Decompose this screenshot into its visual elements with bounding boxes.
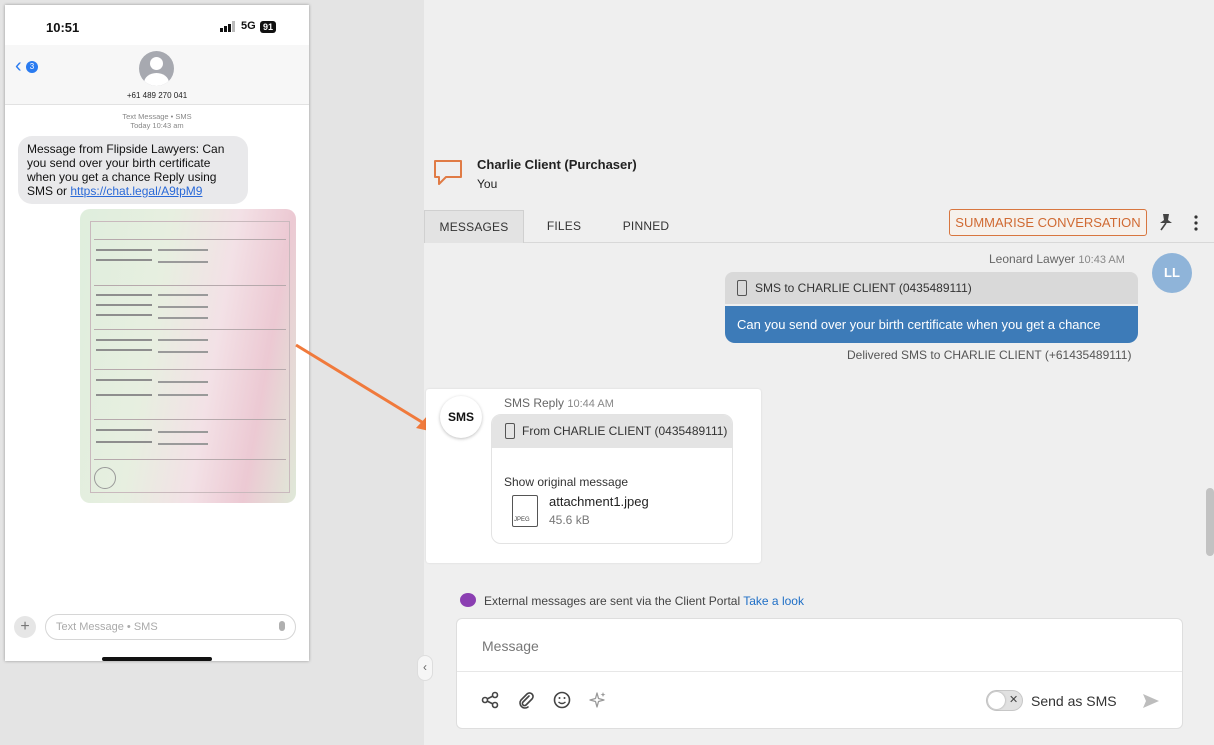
send-icon[interactable] bbox=[1141, 692, 1161, 710]
tab-messages[interactable]: MESSAGES bbox=[424, 210, 524, 243]
signal-icon bbox=[220, 21, 235, 32]
reply-message: From CHARLIE CLIENT (0435489111) Show or… bbox=[491, 414, 733, 544]
sms-link[interactable]: https://chat.legal/A9tpM9 bbox=[70, 184, 202, 198]
file-type-label: JPEG bbox=[514, 517, 530, 523]
status-bar: 10:51 5G 91 bbox=[5, 5, 309, 45]
battery-icon: 91 bbox=[260, 21, 277, 33]
collapse-chevron-icon[interactable]: ‹ bbox=[417, 655, 433, 681]
send-as-sms-label: Send as SMS bbox=[1031, 693, 1117, 709]
incoming-sms-bubble: Message from Flipside Lawyers: Can you s… bbox=[18, 136, 248, 204]
take-a-look-link[interactable]: Take a look bbox=[743, 594, 804, 608]
reply-header-text: From CHARLIE CLIENT (0435489111) bbox=[522, 424, 728, 438]
reply-meta: SMS Reply 10:44 AM bbox=[504, 396, 614, 410]
phone-contact-header: ‹ 3 +61 489 270 041 bbox=[5, 45, 309, 105]
chat-bubble-icon bbox=[434, 160, 462, 185]
file-icon[interactable]: JPEG bbox=[512, 495, 538, 527]
message-input[interactable]: Message bbox=[457, 619, 1182, 672]
summarise-conversation-button[interactable]: SUMMARISE CONVERSATION bbox=[949, 209, 1147, 236]
reply-header: From CHARLIE CLIENT (0435489111) bbox=[492, 415, 732, 448]
mobile-phone-icon bbox=[737, 280, 747, 296]
toggle-knob bbox=[988, 692, 1005, 709]
tab-pinned[interactable]: PINNED bbox=[610, 210, 682, 243]
chat-notice-icon bbox=[460, 593, 476, 607]
attachment-name[interactable]: attachment1.jpeg bbox=[549, 494, 649, 509]
status-time: 10:51 bbox=[46, 20, 80, 35]
share-icon[interactable] bbox=[481, 691, 499, 709]
reply-time: 10:44 AM bbox=[567, 398, 614, 410]
conversation-subtitle: You bbox=[477, 177, 498, 191]
message-composer: Message ✕ Send as SMS bbox=[456, 618, 1183, 729]
outgoing-sender: Leonard Lawyer bbox=[989, 252, 1076, 266]
sparkle-ai-icon[interactable] bbox=[589, 691, 607, 709]
conversation-title: Charlie Client (Purchaser) bbox=[477, 157, 637, 172]
contact-avatar[interactable] bbox=[139, 51, 174, 86]
plus-button[interactable]: + bbox=[14, 616, 36, 638]
unread-badge: 3 bbox=[26, 61, 38, 73]
home-indicator bbox=[102, 657, 212, 661]
outgoing-time: 10:43 AM bbox=[1078, 254, 1125, 266]
outgoing-meta: Leonard Lawyer 10:43 AM bbox=[989, 252, 1125, 266]
contact-number[interactable]: +61 489 270 041 bbox=[5, 91, 309, 100]
message-placeholder: Message bbox=[482, 638, 539, 654]
client-portal-notice: External messages are sent via the Clien… bbox=[484, 594, 804, 608]
avatar[interactable]: LL bbox=[1152, 253, 1192, 293]
sms-text-field[interactable]: Text Message • SMS bbox=[45, 614, 296, 640]
thread-meta: Text Message • SMS Today 10:43 am bbox=[5, 112, 309, 130]
show-original-link[interactable]: Show original message bbox=[504, 475, 628, 489]
sms-input-bar: + Text Message • SMS bbox=[5, 609, 309, 641]
outgoing-message-body: Can you send over your birth certificate… bbox=[725, 306, 1138, 343]
reply-sender: SMS Reply bbox=[504, 396, 565, 410]
more-vertical-icon[interactable] bbox=[1192, 215, 1200, 231]
toggle-off-icon: ✕ bbox=[1009, 694, 1019, 706]
outgoing-header-text: SMS to CHARLIE CLIENT (0435489111) bbox=[755, 281, 972, 295]
sms-placeholder: Text Message • SMS bbox=[56, 621, 158, 633]
attachment-size: 45.6 kB bbox=[549, 513, 590, 527]
thread-time: Today 10:43 am bbox=[130, 121, 184, 130]
pin-icon[interactable] bbox=[1158, 213, 1174, 231]
paperclip-icon[interactable] bbox=[517, 691, 535, 709]
delivery-status: Delivered SMS to CHARLIE CLIENT (+614354… bbox=[847, 348, 1132, 362]
network-label: 5G bbox=[241, 20, 256, 32]
birth-certificate-photo[interactable] bbox=[80, 209, 296, 503]
microphone-icon[interactable] bbox=[279, 621, 285, 631]
thread-type: Text Message • SMS bbox=[122, 112, 192, 121]
phone-screenshot: 10:51 5G 91 ‹ 3 +61 489 270 041 Text Mes… bbox=[5, 5, 309, 661]
sms-avatar: SMS bbox=[440, 396, 482, 438]
emoji-icon[interactable] bbox=[553, 691, 571, 709]
notice-text: External messages are sent via the Clien… bbox=[484, 594, 741, 608]
mobile-phone-icon bbox=[505, 423, 515, 439]
outgoing-sms-header: SMS to CHARLIE CLIENT (0435489111) bbox=[725, 272, 1138, 304]
send-as-sms-toggle[interactable]: ✕ bbox=[986, 690, 1023, 711]
back-chevron-icon[interactable]: ‹ bbox=[15, 56, 22, 76]
tab-files[interactable]: FILES bbox=[534, 210, 594, 243]
scrollbar[interactable] bbox=[1206, 488, 1214, 556]
